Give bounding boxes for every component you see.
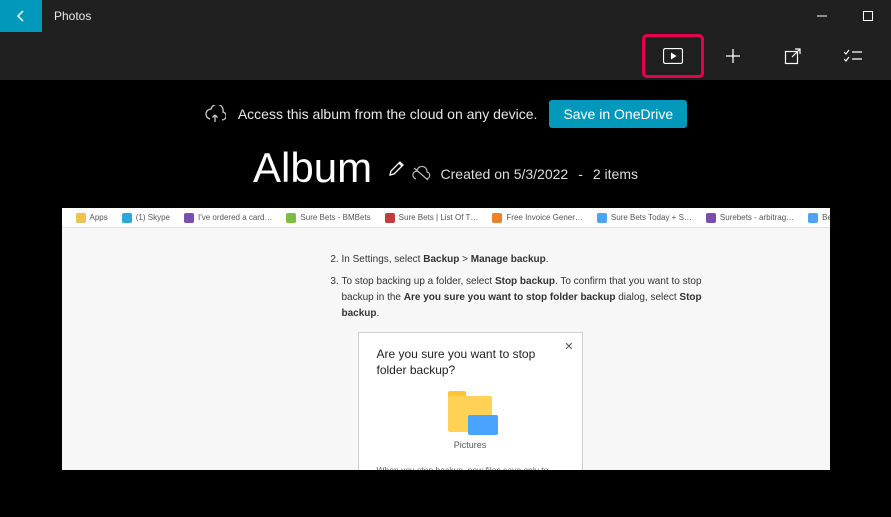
album-created-label: Created on 5/3/2022 bbox=[441, 166, 569, 182]
bookmark-item: Apps bbox=[76, 213, 108, 223]
close-icon: ✕ bbox=[564, 339, 573, 357]
cloud-prompt-text: Access this album from the cloud on any … bbox=[238, 106, 538, 122]
bookmark-item: Sure Bets | List Of T… bbox=[385, 213, 479, 223]
album-cover-image[interactable]: Apps (1) Skype I've ordered a card… Sure… bbox=[62, 208, 830, 470]
dialog-description: When you stop backup, new files save onl… bbox=[377, 465, 564, 470]
checklist-icon bbox=[844, 49, 862, 63]
bookmark-item: I've ordered a card… bbox=[184, 213, 272, 223]
plus-icon bbox=[725, 48, 741, 64]
arrow-left-icon bbox=[13, 8, 29, 24]
album-title: Album bbox=[253, 144, 372, 192]
maximize-button[interactable] bbox=[845, 0, 891, 32]
bookmark-item: Free Invoice Gener… bbox=[492, 213, 582, 223]
bookmark-item: (1) Skype bbox=[122, 213, 170, 223]
minimize-button[interactable] bbox=[799, 0, 845, 32]
cloud-upload-icon bbox=[204, 105, 226, 123]
stop-backup-dialog: ✕ Are you sure you want to stop folder b… bbox=[358, 332, 583, 470]
minimize-icon bbox=[817, 11, 827, 21]
folder-icon bbox=[448, 396, 492, 432]
pencil-icon bbox=[388, 159, 406, 177]
instruction-step: In Settings, select Backup > Manage back… bbox=[342, 252, 712, 268]
cloud-save-prompt: Access this album from the cloud on any … bbox=[0, 80, 891, 138]
share-icon bbox=[784, 47, 802, 65]
meta-sep: - bbox=[578, 166, 583, 182]
back-button[interactable] bbox=[0, 0, 42, 32]
bookmark-item: Surebets - arbitrag… bbox=[706, 213, 794, 223]
cloud-off-icon bbox=[411, 166, 431, 182]
dialog-caption: Pictures bbox=[377, 438, 564, 452]
instruction-step: To stop backing up a folder, select Stop… bbox=[342, 274, 712, 322]
bookmark-item: Sure Bets Today + S… bbox=[597, 213, 692, 223]
album-meta: Created on 5/3/2022 - 2 items bbox=[411, 166, 638, 182]
edit-title-button[interactable] bbox=[388, 159, 406, 177]
maximize-icon bbox=[863, 11, 873, 21]
slideshow-icon bbox=[663, 48, 683, 64]
bookmark-item: Sure Bets - BMBets bbox=[286, 213, 370, 223]
instructions-content: In Settings, select Backup > Manage back… bbox=[62, 228, 830, 470]
toolbar bbox=[0, 32, 891, 80]
app-title: Photos bbox=[54, 9, 91, 23]
save-onedrive-button[interactable]: Save in OneDrive bbox=[549, 100, 687, 128]
select-button[interactable] bbox=[823, 35, 883, 77]
share-button[interactable] bbox=[763, 35, 823, 77]
add-button[interactable] bbox=[703, 35, 763, 77]
slideshow-button[interactable] bbox=[643, 35, 703, 77]
titlebar: Photos bbox=[0, 0, 891, 32]
dialog-title: Are you sure you want to stop folder bac… bbox=[377, 347, 564, 378]
bookmarks-bar: Apps (1) Skype I've ordered a card… Sure… bbox=[62, 208, 830, 228]
album-item-count: 2 items bbox=[593, 166, 638, 182]
window-controls bbox=[799, 0, 891, 32]
album-header: Album Created on 5/3/2022 - 2 items bbox=[0, 138, 891, 208]
bookmark-item: Best free games 20… bbox=[808, 213, 829, 223]
